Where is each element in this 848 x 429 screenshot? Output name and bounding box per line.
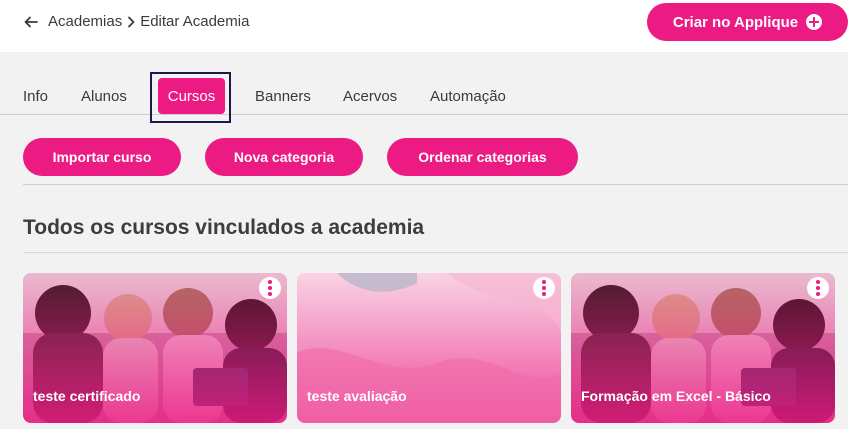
section-title: Todos os cursos vinculados a academia <box>23 216 425 239</box>
more-vert-icon[interactable] <box>259 277 281 299</box>
tab-banners[interactable]: Banners <box>255 88 311 105</box>
course-title: Formação em Excel - Básico <box>581 388 771 404</box>
section-divider <box>23 252 848 253</box>
breadcrumb-current: Editar Academia <box>140 13 250 30</box>
create-in-applique-button[interactable]: Criar no Applique <box>647 3 848 41</box>
tab-alunos[interactable]: Alunos <box>81 88 127 105</box>
breadcrumb-academias-link[interactable]: Academias <box>48 13 122 30</box>
course-card[interactable]: teste certificado <box>23 273 287 423</box>
tab-acervos[interactable]: Acervos <box>343 88 397 105</box>
create-button-label: Criar no Applique <box>672 13 799 31</box>
tab-cursos[interactable]: Cursos <box>158 78 225 114</box>
plus-circle-icon <box>806 14 823 30</box>
chevron-right-icon <box>126 16 136 28</box>
new-category-button[interactable]: Nova categoria <box>205 138 363 176</box>
more-vert-icon[interactable] <box>807 277 829 299</box>
more-vert-icon[interactable] <box>533 277 555 299</box>
divider <box>23 184 848 185</box>
course-card[interactable]: teste avaliação <box>297 273 561 423</box>
top-bar: Academias Editar Academia Criar no Appli… <box>0 0 848 52</box>
breadcrumb: Academias Editar Academia <box>24 13 249 30</box>
course-title: teste certificado <box>33 388 141 404</box>
tab-bar: Info Alunos Cursos Banners Acervos Autom… <box>0 72 848 123</box>
course-title: teste avaliação <box>307 388 407 404</box>
back-arrow-icon[interactable] <box>24 15 38 29</box>
tab-automacao[interactable]: Automação <box>430 88 506 105</box>
import-course-button[interactable]: Importar curso <box>23 138 181 176</box>
tab-info[interactable]: Info <box>23 88 48 105</box>
course-card[interactable]: Formação em Excel - Básico <box>571 273 835 423</box>
order-categories-button[interactable]: Ordenar categorias <box>387 138 578 176</box>
